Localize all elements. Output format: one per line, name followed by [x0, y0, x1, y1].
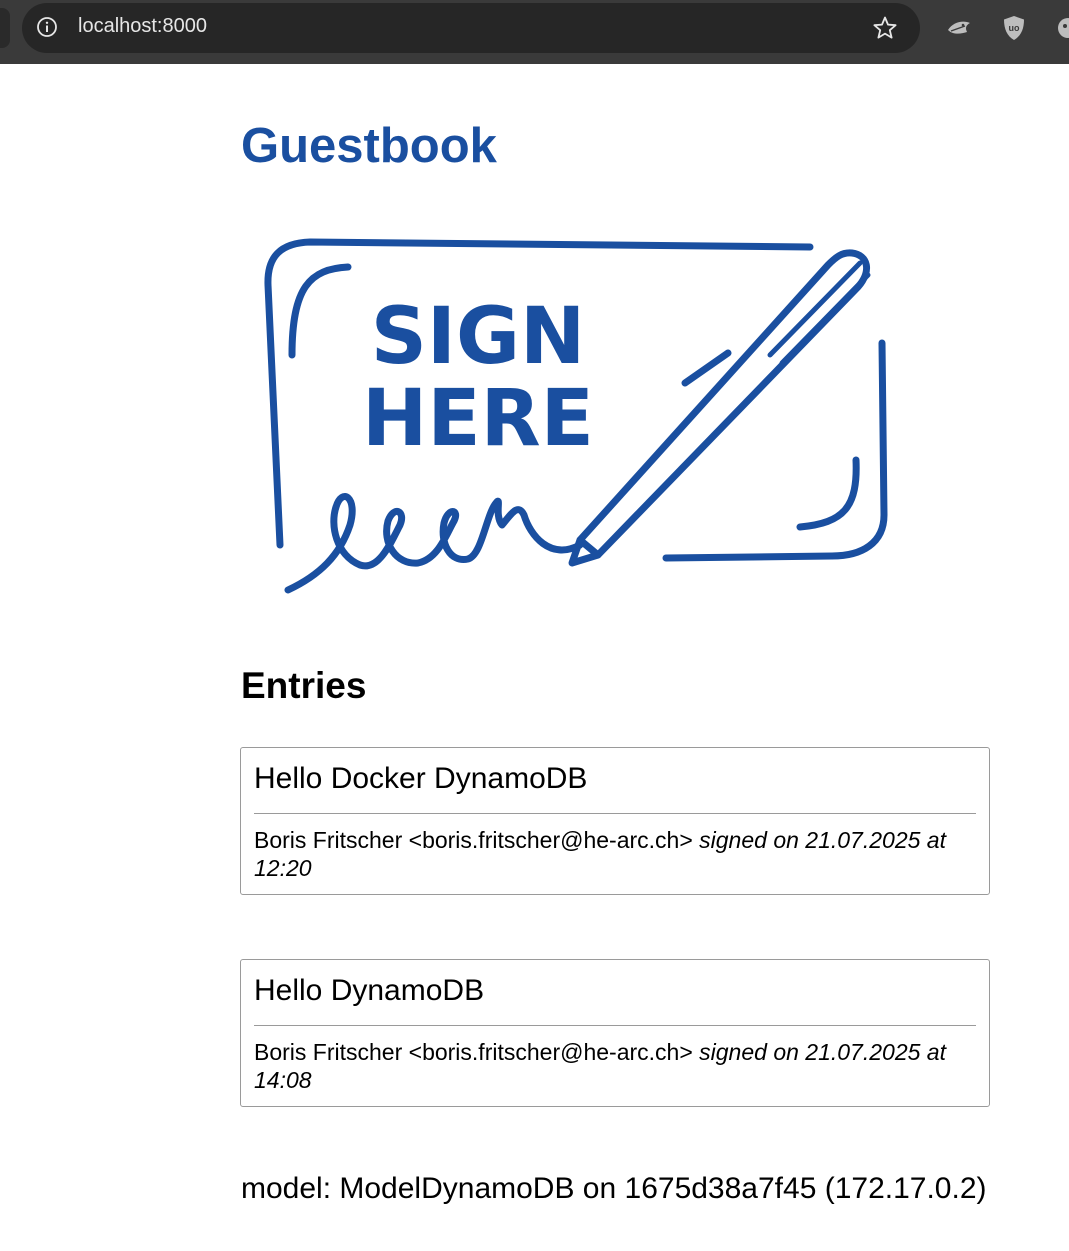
model-info-footer: model: ModelDynamoDB on 1675d38a7f45 (17… — [241, 1172, 987, 1205]
page-title: Guestbook — [241, 119, 497, 173]
browser-toolbar: localhost:8000 uo — [0, 0, 1069, 64]
entry-card: Hello Docker DynamoDB Boris Fritscher <b… — [240, 747, 990, 895]
entry-message: Hello DynamoDB — [254, 974, 485, 1007]
entry-message: Hello Docker DynamoDB — [254, 762, 588, 795]
sign-here-image: SIGN HERE — [264, 238, 888, 594]
entry-divider — [254, 813, 976, 814]
entry-meta: Boris Fritscher <boris.fritscher@he-arc.… — [254, 826, 984, 882]
svg-text:uo: uo — [1009, 23, 1020, 33]
entry-author: Boris Fritscher <boris.fritscher@he-arc.… — [254, 827, 693, 853]
entries-heading: Entries — [241, 665, 367, 706]
svg-text:SIGN: SIGN — [371, 292, 586, 382]
extension-icon[interactable] — [1054, 14, 1069, 42]
url-text[interactable]: localhost:8000 — [78, 15, 207, 38]
svg-text:HERE: HERE — [362, 374, 594, 464]
tab-strip-edge — [0, 8, 10, 48]
entry-author: Boris Fritscher <boris.fritscher@he-arc.… — [254, 1039, 693, 1065]
entry-divider — [254, 1025, 976, 1026]
entry-meta: Boris Fritscher <boris.fritscher@he-arc.… — [254, 1038, 984, 1094]
entry-card: Hello DynamoDB Boris Fritscher <boris.fr… — [240, 959, 990, 1107]
bookmark-star-icon[interactable] — [872, 15, 898, 41]
extension-bird-icon[interactable] — [945, 14, 973, 42]
ublock-origin-icon[interactable]: uo — [1000, 14, 1028, 42]
info-icon[interactable] — [36, 16, 58, 38]
